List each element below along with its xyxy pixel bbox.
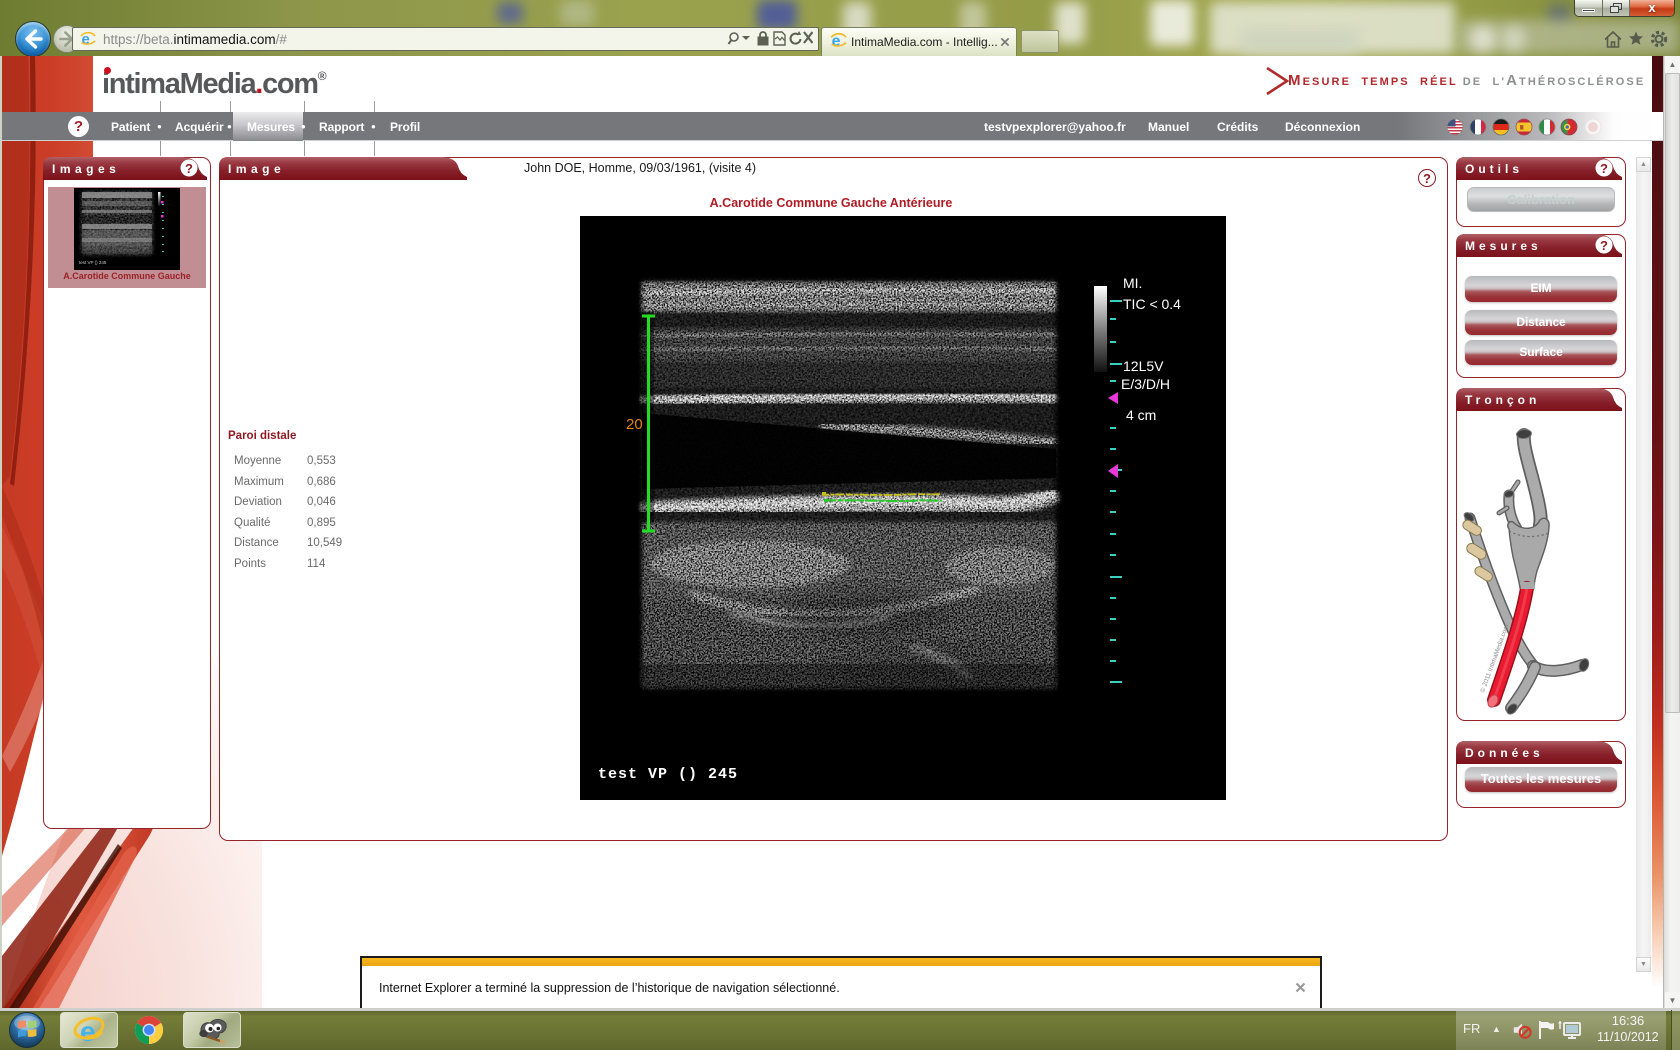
svg-text:Images: Images (52, 162, 120, 176)
svg-text:Données: Données (1465, 746, 1544, 760)
svg-text:?: ? (1600, 238, 1608, 253)
svg-text:12L5V: 12L5V (1123, 358, 1164, 374)
svg-text:E/3/D/H: E/3/D/H (1121, 376, 1170, 392)
svg-text:TIC < 0.4: TIC < 0.4 (1123, 296, 1181, 312)
svg-text:MI.: MI. (1123, 275, 1142, 291)
svg-text:Outils: Outils (1465, 162, 1523, 176)
svg-text:test VP () 245: test VP () 245 (598, 766, 738, 783)
svg-text:e: e (80, 1016, 96, 1046)
svg-text:4 cm: 4 cm (1126, 407, 1156, 423)
svg-text:?: ? (1600, 161, 1608, 176)
svg-text:test VP () 245: test VP () 245 (79, 260, 107, 265)
svg-text:Tronçon: Tronçon (1465, 393, 1540, 407)
svg-text:Mesures: Mesures (1465, 239, 1542, 253)
svg-text:20: 20 (626, 416, 643, 433)
svg-text:Image: Image (228, 162, 285, 176)
svg-text:?: ? (185, 161, 193, 176)
